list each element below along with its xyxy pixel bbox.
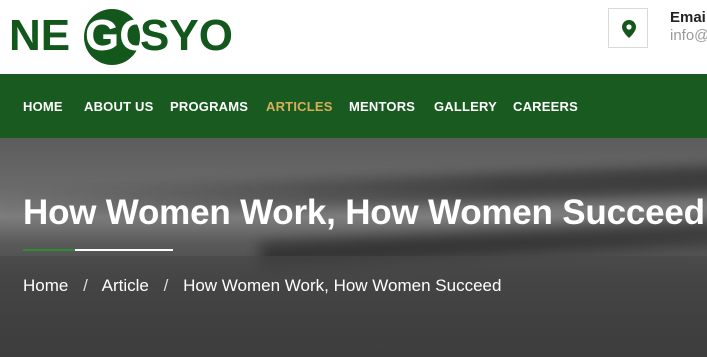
breadcrumb-current: How Women Work, How Women Succeed	[183, 276, 502, 295]
hero-banner: How Women Work, How Women Succeed Home /…	[0, 138, 707, 357]
logo-text-left: NE	[9, 11, 71, 60]
breadcrumb-separator: /	[83, 276, 88, 295]
nav-item-about-us[interactable]: ABOUT US	[84, 99, 154, 114]
location-button[interactable]	[608, 8, 648, 48]
page-title: How Women Work, How Women Succeed	[23, 193, 705, 232]
breadcrumb-home-link[interactable]: Home	[23, 276, 68, 295]
hero-background-field	[0, 256, 707, 357]
title-underline	[75, 249, 173, 251]
site-header: NE GO SYO Emai info@	[0, 0, 707, 74]
site-logo[interactable]: NE GO SYO	[9, 9, 233, 65]
logo-text-right: SYO	[140, 11, 233, 60]
map-pin-icon	[622, 20, 636, 38]
email-value[interactable]: info@	[670, 27, 707, 44]
nav-item-home[interactable]: HOME	[23, 99, 63, 114]
breadcrumb: Home / Article / How Women Work, How Wom…	[23, 276, 501, 296]
email-label: Emai	[670, 9, 706, 26]
nav-item-articles[interactable]: ARTICLES	[266, 99, 333, 114]
nav-item-mentors[interactable]: MENTORS	[349, 99, 415, 114]
nav-item-programs[interactable]: PROGRAMS	[170, 99, 248, 114]
breadcrumb-article-link[interactable]: Article	[102, 276, 149, 295]
title-underline-accent	[23, 249, 75, 251]
main-nav: HOME ABOUT US PROGRAMS ARTICLES MENTORS …	[0, 74, 707, 138]
nav-item-gallery[interactable]: GALLERY	[434, 99, 497, 114]
breadcrumb-separator: /	[163, 276, 169, 295]
nav-item-careers[interactable]: CAREERS	[513, 99, 578, 114]
